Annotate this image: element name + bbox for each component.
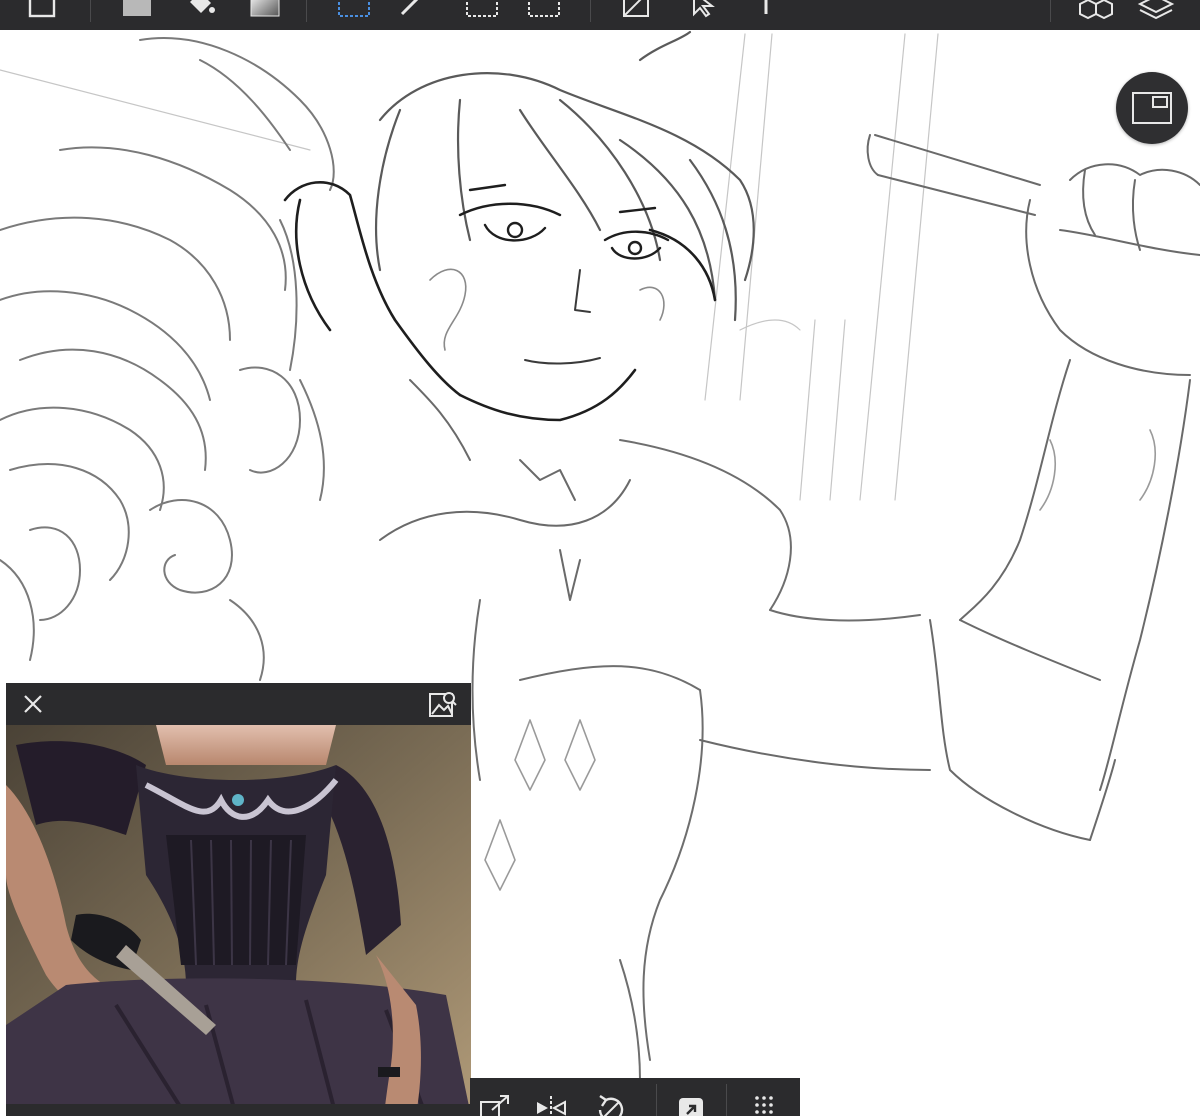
- fill-color-button[interactable]: [116, 0, 156, 30]
- transform-icon: [623, 0, 649, 17]
- wand-icon: [400, 0, 419, 16]
- flip-icon: [537, 1096, 566, 1116]
- bottom-toolbar-divider: [726, 1084, 727, 1116]
- toolbar-divider: [306, 0, 307, 22]
- text-tool-button[interactable]: [746, 0, 786, 30]
- move-tool-button[interactable]: [684, 0, 724, 30]
- gradient-tool-button[interactable]: [244, 0, 284, 30]
- drawing-app: [0, 0, 1200, 1116]
- fullscreen-icon: [1132, 92, 1172, 124]
- top-toolbar: [0, 0, 1200, 31]
- paint-bucket-tool-button[interactable]: [180, 0, 220, 30]
- 3d-materials-button[interactable]: [1076, 0, 1116, 30]
- gradient-icon: [250, 0, 280, 17]
- bottom-toolbar-divider: [656, 1084, 657, 1116]
- select-eraser-tool-button[interactable]: [524, 0, 564, 30]
- layers-button[interactable]: [1136, 0, 1176, 30]
- rectangle-select-tool-button[interactable]: [334, 0, 374, 30]
- pick-reference-image-button[interactable]: [427, 689, 459, 719]
- dashed-rect-blue-icon: [338, 0, 370, 17]
- close-icon: [24, 695, 42, 713]
- reference-image[interactable]: [6, 725, 471, 1116]
- reference-photo: [6, 725, 471, 1116]
- grid-dots-icon: [755, 1096, 773, 1114]
- resize-icon: [480, 1095, 509, 1116]
- magic-wand-tool-button[interactable]: [392, 0, 432, 30]
- close-reference-button[interactable]: [20, 691, 46, 717]
- reference-panel: [6, 683, 471, 1116]
- view-toggle-button[interactable]: [1116, 72, 1188, 144]
- export-icon: [679, 1098, 703, 1116]
- toolbar-divider: [1050, 0, 1051, 22]
- more-options-button[interactable]: [740, 1078, 790, 1116]
- rotate-icon: [598, 1095, 624, 1116]
- select-pen-tool-button[interactable]: [462, 0, 502, 30]
- resize-button[interactable]: [470, 1078, 520, 1116]
- dashed-rect-icon: [466, 0, 498, 17]
- bucket-icon: [190, 0, 215, 13]
- gray-swatch-icon: [123, 0, 151, 16]
- text-icon: [764, 0, 768, 14]
- cubes-icon: [1079, 0, 1113, 20]
- flip-horizontal-button[interactable]: [526, 1078, 576, 1116]
- reference-panel-footer: [6, 1104, 471, 1116]
- image-picker-icon: [429, 692, 457, 717]
- arrow-icon: [693, 0, 715, 18]
- toolbar-divider: [90, 0, 91, 22]
- reference-panel-header: [6, 683, 471, 725]
- square-outline-icon: [28, 0, 56, 18]
- rotate-button[interactable]: [586, 1078, 636, 1116]
- transform-tool-button[interactable]: [616, 0, 656, 30]
- export-button[interactable]: [666, 1078, 716, 1116]
- dashed-rect-icon: [528, 0, 560, 17]
- toolbar-divider: [590, 0, 591, 22]
- frame-tool-button[interactable]: [22, 0, 62, 30]
- bottom-toolbar: [470, 1078, 800, 1116]
- layers-icon: [1137, 0, 1175, 20]
